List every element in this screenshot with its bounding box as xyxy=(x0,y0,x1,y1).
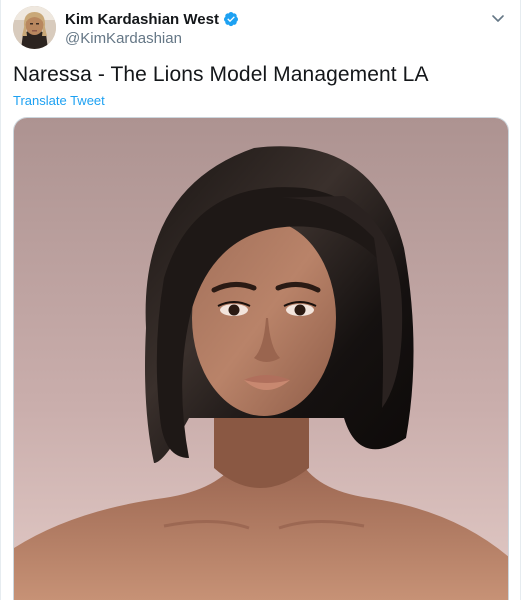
author-handle[interactable]: @KimKardashian xyxy=(65,30,239,47)
avatar-image xyxy=(13,6,56,49)
avatar[interactable] xyxy=(13,6,56,49)
chevron-down-icon[interactable] xyxy=(490,10,506,26)
tweet-card[interactable]: Kim Kardashian West @KimKardashian Nares… xyxy=(0,0,521,600)
display-name-row: Kim Kardashian West xyxy=(65,9,239,29)
tweet-photo[interactable] xyxy=(13,117,509,600)
portrait-photo xyxy=(14,118,508,600)
translate-tweet-link[interactable]: Translate Tweet xyxy=(13,93,105,108)
author-names: Kim Kardashian West @KimKardashian xyxy=(65,9,239,47)
tweet-header: Kim Kardashian West @KimKardashian xyxy=(13,6,508,50)
verified-badge-icon xyxy=(223,11,239,27)
author-display-name[interactable]: Kim Kardashian West xyxy=(65,11,219,28)
tweet-text: Naressa - The Lions Model Management LA xyxy=(13,63,429,86)
